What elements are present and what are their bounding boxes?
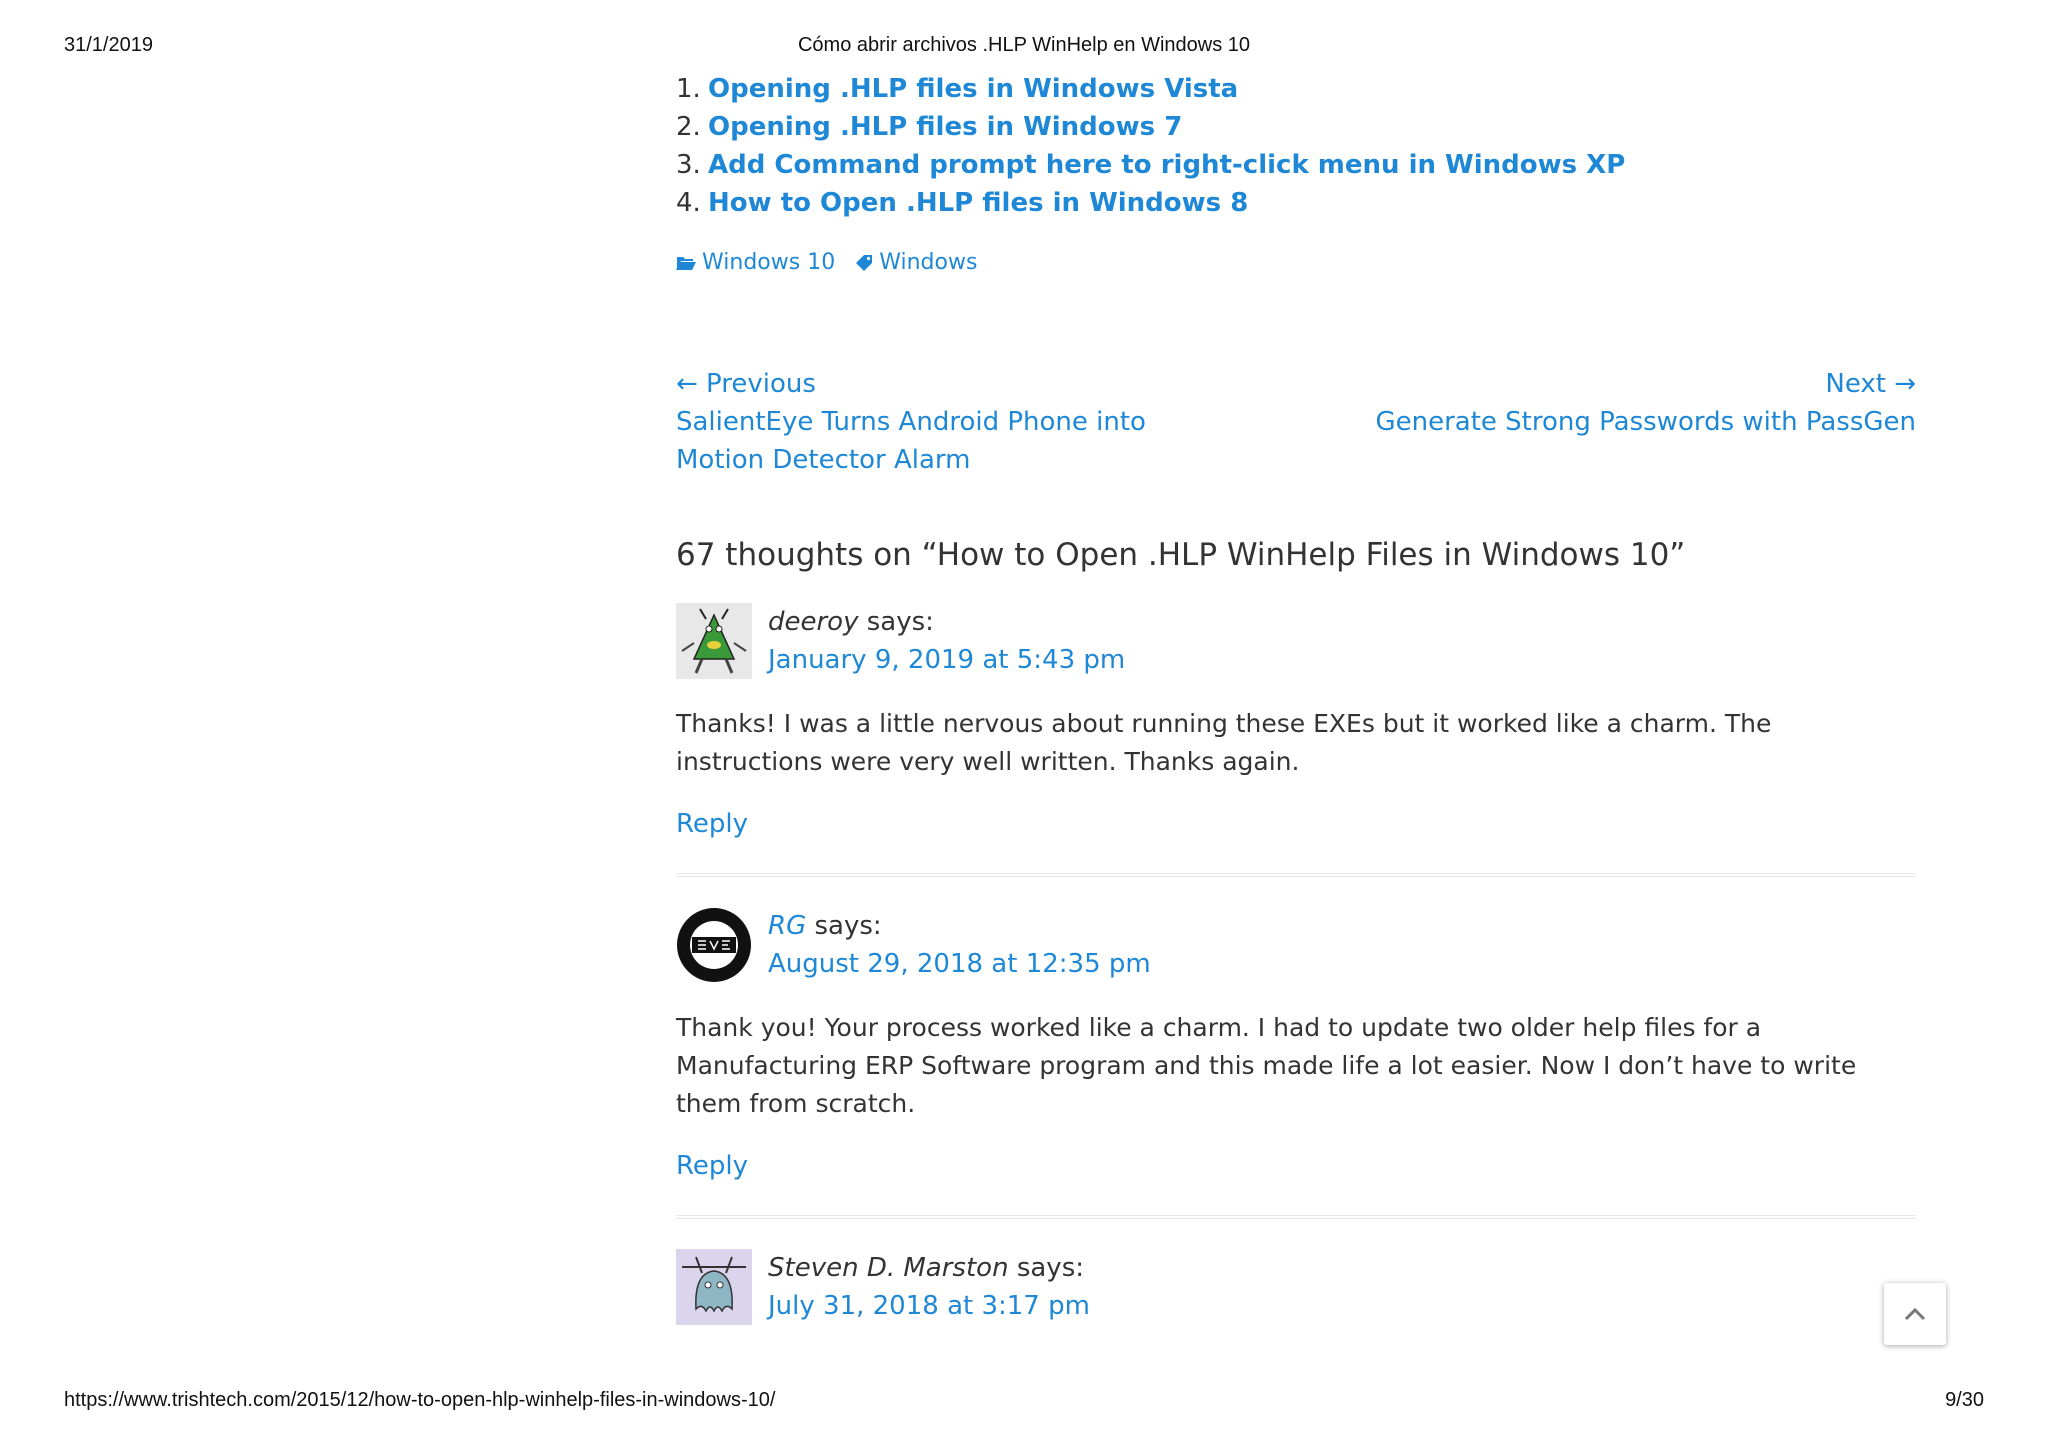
next-post-title: Generate Strong Passwords with PassGen <box>1375 407 1916 437</box>
category-link[interactable]: Windows 10 <box>676 250 835 275</box>
says-label: says: <box>858 607 934 637</box>
comment-header: RG says: August 29, 2018 at 12:35 pm <box>676 907 1916 983</box>
author-name: Steven D. Marston <box>768 1253 1009 1283</box>
says-label: says: <box>1008 1253 1084 1283</box>
comment-header: deeroy says: January 9, 2019 at 5:43 pm <box>676 603 1916 679</box>
related-link-windows-8[interactable]: How to Open .HLP files in Windows 8 <box>708 188 1248 218</box>
related-link-command-prompt[interactable]: Add Command prompt here to right-click m… <box>708 150 1625 180</box>
divider <box>676 873 1916 877</box>
comment-author: deeroy says: <box>768 603 1125 641</box>
comment-date-link[interactable]: August 29, 2018 at 12:35 pm <box>768 949 1151 979</box>
reply-link[interactable]: Reply <box>676 1151 748 1181</box>
print-url: https://www.trishtech.com/2015/12/how-to… <box>64 1389 776 1411</box>
folder-open-icon <box>676 256 696 270</box>
print-page-title: Cómo abrir archivos .HLP WinHelp en Wind… <box>797 34 1251 56</box>
related-posts-list: 1. Opening .HLP files in Windows Vista 2.… <box>676 70 1916 222</box>
list-item: 1. Opening .HLP files in Windows Vista <box>676 70 1916 108</box>
comment-author: RG says: <box>768 907 1151 945</box>
previous-post-title: SalientEye Turns Android Phone into Moti… <box>676 407 1146 475</box>
comment-date-link[interactable]: July 31, 2018 at 3:17 pm <box>768 1291 1090 1321</box>
comment-date-link[interactable]: January 9, 2019 at 5:43 pm <box>768 645 1125 675</box>
comments-title: 67 thoughts on “How to Open .HLP WinHelp… <box>676 537 1686 573</box>
tag-icon <box>856 254 873 271</box>
back-to-top-button[interactable] <box>1884 1283 1946 1345</box>
post-navigation: ← Previous SalientEye Turns Android Phon… <box>676 365 1916 475</box>
avatar <box>676 603 752 679</box>
comment-author: Steven D. Marston says: <box>768 1249 1090 1287</box>
comment: RG says: August 29, 2018 at 12:35 pm Tha… <box>676 907 1916 1219</box>
author-name-link[interactable]: RG <box>768 911 806 941</box>
related-link-vista[interactable]: Opening .HLP files in Windows Vista <box>708 74 1238 104</box>
post-meta: Windows 10 Windows <box>676 250 1916 275</box>
tag-link[interactable]: Windows <box>855 250 977 275</box>
tag-label: Windows <box>879 250 978 275</box>
list-item: 2. Opening .HLP files in Windows 7 <box>676 108 1916 146</box>
list-number: 2. <box>676 112 701 142</box>
article-content: 1. Opening .HLP files in Windows Vista 2.… <box>676 70 1916 1325</box>
list-item: 4. How to Open .HLP files in Windows 8 <box>676 184 1916 222</box>
comment: deeroy says: January 9, 2019 at 5:43 pm … <box>676 603 1916 877</box>
print-page-number: 9/30 <box>1945 1389 1984 1411</box>
category-label: Windows 10 <box>702 250 836 275</box>
previous-label: ← Previous <box>676 369 816 399</box>
says-label: says: <box>806 911 882 941</box>
comment-body: Thank you! Your process worked like a ch… <box>676 1013 1857 1118</box>
avatar <box>676 1249 752 1325</box>
list-number: 1. <box>676 74 701 104</box>
author-name: deeroy <box>768 607 859 637</box>
previous-post-link[interactable]: ← Previous SalientEye Turns Android Phon… <box>676 365 1236 479</box>
next-label: Next → <box>1825 369 1916 399</box>
chevron-up-icon <box>1904 1307 1926 1321</box>
list-number: 3. <box>676 150 701 180</box>
comment-body: Thanks! I was a little nervous about run… <box>676 709 1772 776</box>
list-item: 3. Add Command prompt here to right-click… <box>676 146 1916 184</box>
related-link-windows-7[interactable]: Opening .HLP files in Windows 7 <box>708 112 1182 142</box>
list-number: 4. <box>676 188 701 218</box>
divider <box>676 1215 1916 1219</box>
comment-header: Steven D. Marston says: July 31, 2018 at… <box>676 1249 1916 1325</box>
avatar <box>676 907 752 983</box>
reply-link[interactable]: Reply <box>676 809 748 839</box>
comment: Steven D. Marston says: July 31, 2018 at… <box>676 1249 1916 1325</box>
next-post-link[interactable]: Next → Generate Strong Passwords with Pa… <box>1356 365 1916 441</box>
